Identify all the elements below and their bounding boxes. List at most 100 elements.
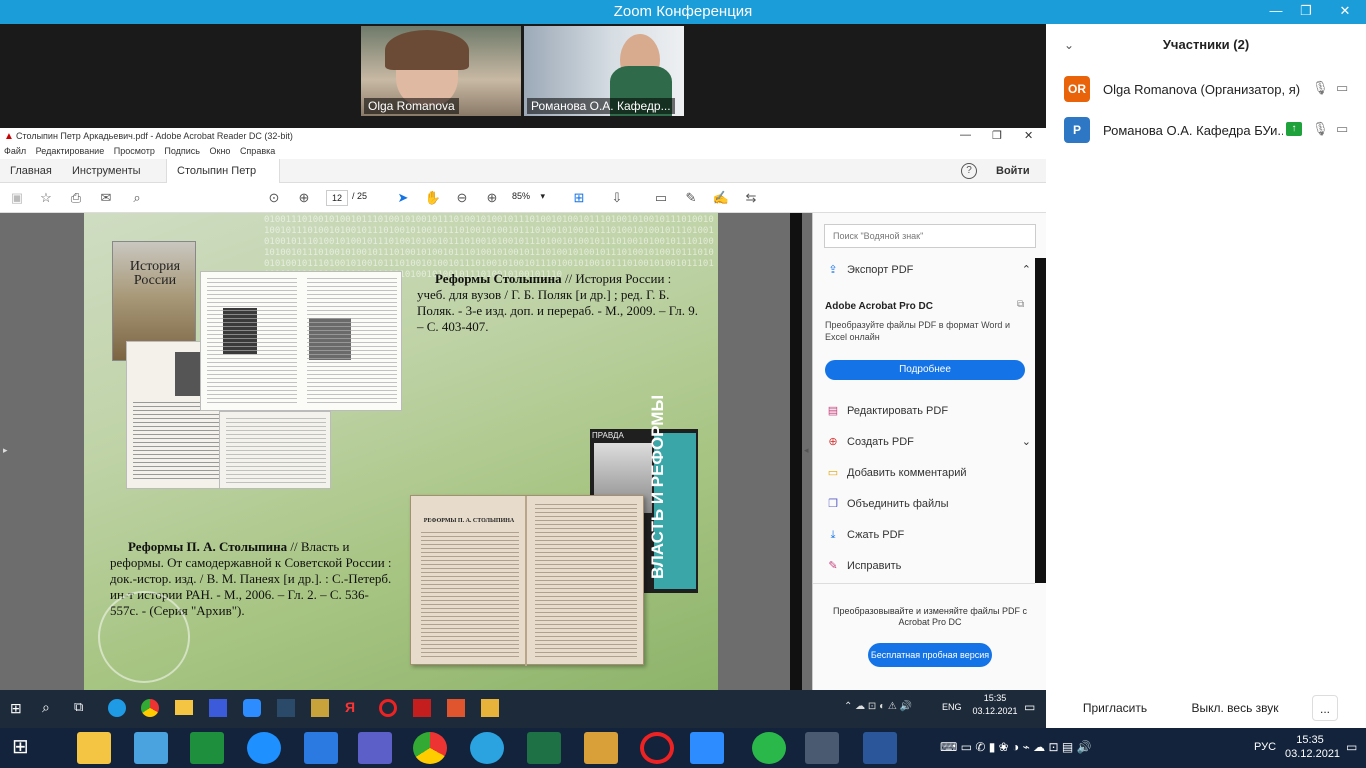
save-icon[interactable]: ▣: [8, 189, 26, 207]
menu-edit[interactable]: Редактирование: [36, 146, 105, 156]
page-down-icon[interactable]: ⊕: [295, 189, 313, 207]
app-icon[interactable]: [277, 699, 295, 717]
mute-all-button[interactable]: Выкл. весь звук: [1182, 695, 1288, 721]
paint-icon[interactable]: [584, 732, 618, 764]
zoom-level-select[interactable]: 85% ▾: [512, 191, 556, 202]
remote-clock[interactable]: 15:35 03.12.2021: [970, 693, 1020, 716]
tool-search-input[interactable]: Поиск "Водяной знак": [824, 224, 1036, 248]
video-tile-2[interactable]: Романова О.А. Кафедр...: [524, 26, 684, 116]
left-panel-toggle-icon[interactable]: ▸: [3, 445, 8, 456]
video-tile-1[interactable]: Olga Romanova: [361, 26, 521, 116]
sign-icon[interactable]: ✍: [712, 189, 730, 207]
tool-fix[interactable]: ✎ Исправить: [825, 556, 1025, 576]
telegram-icon[interactable]: [470, 732, 504, 764]
microphone-icon[interactable]: 🎙: [1312, 80, 1329, 96]
select-cursor-icon[interactable]: ➤: [394, 189, 412, 207]
mail-icon[interactable]: ✉: [97, 189, 115, 207]
right-panel-toggle-icon[interactable]: ◂: [804, 445, 809, 456]
remote-desktop-icon[interactable]: [805, 732, 839, 764]
search-icon[interactable]: ⌕: [42, 699, 50, 716]
document-viewer[interactable]: ▸ 01001110100101001011101001010010111010…: [0, 213, 812, 690]
opera-icon[interactable]: [379, 699, 397, 717]
app-icon[interactable]: [304, 732, 338, 764]
signin-button[interactable]: Войти: [986, 159, 1040, 183]
menu-help[interactable]: Справка: [240, 146, 275, 156]
star-icon[interactable]: ☆: [37, 189, 55, 207]
tool-create-pdf[interactable]: ⊕ Создать PDF ⌄: [825, 432, 1031, 452]
tool-combine-files[interactable]: ❒ Объединить файлы: [825, 494, 1025, 514]
zoom-in-icon[interactable]: ⊕: [483, 189, 501, 207]
app-icon[interactable]: [209, 699, 227, 717]
chevron-up-icon[interactable]: ⌃: [1022, 260, 1031, 280]
copy-icon[interactable]: ⧉: [1017, 299, 1024, 310]
close-icon[interactable]: ✕: [1024, 129, 1033, 142]
app-icon[interactable]: [481, 699, 499, 717]
opera-icon[interactable]: [640, 732, 674, 764]
system-clock[interactable]: 15:35 03.12.2021: [1285, 734, 1340, 760]
share-icon[interactable]: ⇆: [742, 189, 760, 207]
notifications-icon[interactable]: ▭: [1346, 740, 1357, 754]
maximize-icon[interactable]: ❐: [1288, 0, 1324, 24]
minimize-icon[interactable]: —: [960, 129, 971, 141]
tray-icons[interactable]: ⌨ ▭ ✆ ▮ ❀ ◑ ⌁ ☁ ⊡ ▤ 🔊: [940, 740, 1092, 754]
yandex-icon[interactable]: Я: [345, 699, 363, 717]
chrome-icon[interactable]: [141, 699, 159, 717]
comment-icon[interactable]: ▭: [652, 189, 670, 207]
pen-icon[interactable]: ✎: [682, 189, 700, 207]
participant-row[interactable]: Р Романова О.А. Кафедра БУи... ↑ 🎙 ▭: [1046, 115, 1366, 145]
chrome-icon[interactable]: [413, 732, 447, 764]
edge-icon[interactable]: [108, 699, 126, 717]
tab-document[interactable]: Столыпин Петр Ар... ✕: [166, 159, 280, 201]
zoom-out-icon[interactable]: ⊖: [453, 189, 471, 207]
menu-sign[interactable]: Подпись: [164, 146, 200, 156]
icq-icon[interactable]: [752, 732, 786, 764]
notifications-icon[interactable]: ▭: [1024, 700, 1035, 714]
learn-more-button[interactable]: Подробнее: [825, 360, 1025, 380]
word-icon[interactable]: [863, 732, 897, 764]
menu-view[interactable]: Просмотр: [114, 146, 155, 156]
task-view-icon[interactable]: ⧉: [74, 699, 83, 715]
teams-icon[interactable]: [358, 732, 392, 764]
close-icon[interactable]: ✕: [1324, 0, 1366, 24]
menu-file[interactable]: Файл: [4, 146, 26, 156]
keyboard-language[interactable]: РУС: [1254, 741, 1276, 753]
zoom-app-icon[interactable]: [690, 732, 724, 764]
menu-window[interactable]: Окно: [210, 146, 231, 156]
keyboard-language[interactable]: ENG: [942, 702, 962, 712]
tab-tools[interactable]: Инструменты: [62, 159, 151, 183]
pane-scrollbar[interactable]: [1035, 258, 1046, 583]
file-explorer-icon[interactable]: [77, 732, 111, 764]
folder-icon[interactable]: [175, 700, 193, 715]
excel-icon[interactable]: [527, 732, 561, 764]
page-number-input[interactable]: 12: [326, 190, 348, 206]
export-pdf-item[interactable]: ⇪ Экспорт PDF ⌃: [825, 260, 1031, 280]
windows-start-icon[interactable]: ⊞: [12, 737, 29, 757]
fit-page-icon[interactable]: ⊞: [570, 189, 588, 207]
scrollbar[interactable]: [790, 213, 802, 690]
print-icon[interactable]: ⎙: [67, 189, 85, 207]
tab-home[interactable]: Главная: [0, 159, 62, 183]
camera-icon[interactable]: ▭: [1336, 121, 1348, 137]
acrobat-icon[interactable]: [413, 699, 431, 717]
maximize-icon[interactable]: ❐: [992, 129, 1002, 142]
more-button[interactable]: ...: [1312, 695, 1338, 721]
free-trial-button[interactable]: Бесплатная пробная версия: [868, 643, 992, 667]
scroll-mode-icon[interactable]: ⇩: [608, 189, 626, 207]
page-up-icon[interactable]: ⊙: [265, 189, 283, 207]
windows-start-icon[interactable]: ⊞: [10, 700, 22, 717]
app-icon[interactable]: [447, 699, 465, 717]
camera-icon[interactable]: ▭: [1336, 80, 1348, 96]
zoom-app-icon[interactable]: [243, 699, 261, 717]
tool-compress-pdf[interactable]: ⤓ Сжать PDF: [825, 525, 1025, 545]
search-icon[interactable]: ⌕: [128, 189, 146, 207]
participant-row[interactable]: OR Olga Romanova (Организатор, я) 🎙 ▭: [1046, 74, 1366, 104]
hand-icon[interactable]: ✋: [424, 189, 442, 207]
help-icon[interactable]: ?: [961, 163, 977, 179]
tray-icons[interactable]: ⌃ ☁ ⊡ ◐ ⚠ 🔊: [844, 701, 912, 712]
app-icon[interactable]: [311, 699, 329, 717]
tool-add-comment[interactable]: ▭ Добавить комментарий: [825, 463, 1025, 483]
tool-edit-pdf[interactable]: ▤ Редактировать PDF: [825, 401, 1025, 421]
internet-explorer-icon[interactable]: [247, 732, 281, 764]
calculator-icon[interactable]: [190, 732, 224, 764]
chevron-down-icon[interactable]: ⌄: [1022, 432, 1031, 452]
